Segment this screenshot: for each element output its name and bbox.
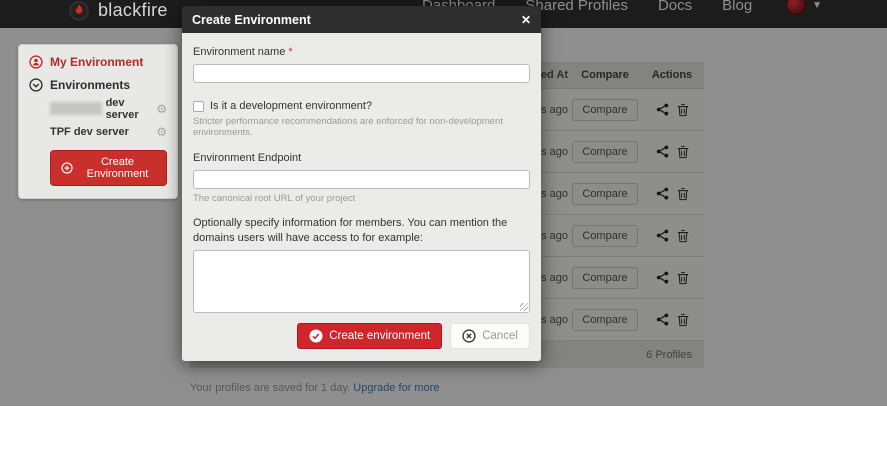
nav-item-docs[interactable]: Docs: [658, 0, 692, 14]
environment-name-input[interactable]: [193, 64, 530, 83]
environment-endpoint-input[interactable]: [193, 170, 530, 189]
server-item[interactable]: TPF dev server ⚙: [50, 122, 167, 141]
server-name-redacted: [50, 102, 102, 115]
screen: blackfire Dashboard Shared Profiles Docs…: [0, 0, 887, 454]
server-list: dev server ⚙ TPF dev server ⚙: [50, 99, 167, 141]
brand[interactable]: blackfire: [68, 0, 168, 21]
nav-item-blog[interactable]: Blog: [722, 0, 752, 14]
create-environment-modal: Create Environment ✕ Environment name * …: [182, 6, 541, 361]
blackfire-flame-icon: [68, 0, 90, 21]
cancel-button[interactable]: Cancel: [450, 323, 530, 349]
avatar[interactable]: [786, 0, 806, 15]
endpoint-help-text: The canonical root URL of your project: [193, 193, 530, 204]
server-item[interactable]: dev server ⚙: [50, 99, 167, 118]
required-asterisk: *: [288, 46, 292, 58]
development-help-text: Stricter performance recommendations are…: [193, 116, 530, 138]
modal-footer: Create environment Cancel: [193, 323, 530, 349]
development-checkbox[interactable]: [193, 101, 204, 112]
sidebar-create-environment-button[interactable]: Create Environment: [50, 150, 167, 186]
x-circle-icon: [462, 329, 476, 343]
members-note: Optionally specify information for membe…: [193, 216, 530, 245]
resize-grip[interactable]: [520, 303, 528, 311]
user-menu[interactable]: ▼: [786, 0, 822, 15]
gear-icon[interactable]: ⚙: [156, 126, 167, 138]
close-icon[interactable]: ✕: [521, 13, 531, 27]
modal-header: Create Environment ✕: [182, 6, 541, 33]
modal-body: Environment name * Is it a development e…: [182, 33, 541, 361]
create-environment-button[interactable]: Create environment: [297, 323, 442, 349]
environment-name-label: Environment name *: [193, 46, 530, 58]
gear-icon[interactable]: ⚙: [156, 103, 167, 115]
environments-circle-icon: [29, 78, 43, 92]
check-circle-icon: [309, 329, 323, 343]
members-info-textarea[interactable]: [193, 250, 530, 313]
brand-name: blackfire: [98, 0, 168, 21]
sidebar-item-environments[interactable]: Environments: [29, 78, 167, 92]
modal-title: Create Environment: [192, 13, 311, 27]
environments-sidebar: My Environment Environments dev server ⚙…: [18, 44, 178, 199]
development-checkbox-label: Is it a development environment?: [210, 100, 372, 112]
chevron-down-icon: ▼: [812, 0, 822, 11]
development-checkbox-row: Is it a development environment?: [193, 100, 530, 112]
person-circle-icon: [29, 55, 43, 69]
plus-circle-icon: [61, 162, 73, 174]
sidebar-item-my-environment[interactable]: My Environment: [29, 55, 167, 69]
environment-endpoint-label: Environment Endpoint: [193, 152, 530, 164]
